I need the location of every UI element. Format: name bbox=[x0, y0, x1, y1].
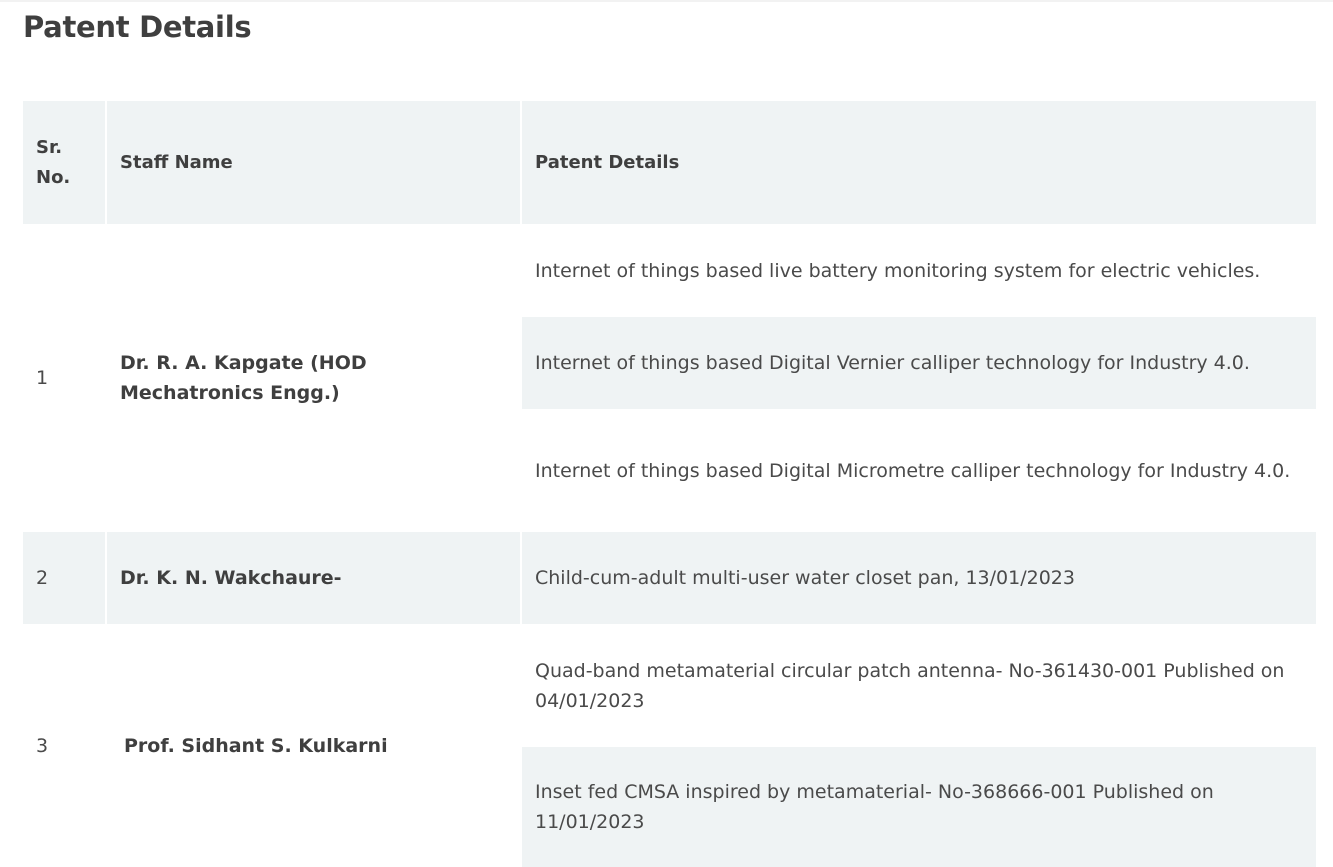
patent-details-table: Sr. No. Staff Name Patent Details 1 Dr. … bbox=[23, 101, 1316, 867]
staff-name-cell: Prof. Sidhant S. Kulkarni bbox=[107, 624, 522, 867]
sr-no-cell: 1 bbox=[23, 224, 107, 532]
patent-detail-cell: Inset fed CMSA inspired by metamaterial-… bbox=[522, 747, 1316, 867]
table-row: 1 Dr. R. A. Kapgate (HOD Mechatronics En… bbox=[23, 224, 1316, 532]
top-divider bbox=[0, 0, 1333, 2]
table-header-row: Sr. No. Staff Name Patent Details bbox=[23, 101, 1316, 224]
staff-name-cell: Dr. K. N. Wakchaure- bbox=[107, 532, 522, 624]
column-header-staff-name: Staff Name bbox=[107, 101, 522, 224]
sr-no-cell: 3 bbox=[23, 624, 107, 867]
table-row: 3 Prof. Sidhant S. Kulkarni Quad-band me… bbox=[23, 624, 1316, 867]
table-row: 2 Dr. K. N. Wakchaure- Child-cum-adult m… bbox=[23, 532, 1316, 624]
column-header-patent-details: Patent Details bbox=[522, 101, 1316, 224]
patent-detail-cell: Internet of things based Digital Microme… bbox=[535, 459, 1291, 482]
patent-detail-cell: Quad-band metamaterial circular patch an… bbox=[535, 659, 1285, 712]
page-title: Patent Details bbox=[23, 10, 252, 44]
column-header-sr-no: Sr. No. bbox=[23, 101, 107, 224]
staff-name-cell: Dr. R. A. Kapgate (HOD Mechatronics Engg… bbox=[107, 224, 522, 532]
sr-no-cell: 2 bbox=[23, 532, 107, 624]
patent-detail-cell: Child-cum-adult multi-user water closet … bbox=[522, 532, 1316, 624]
patent-detail-cell: Internet of things based Digital Vernier… bbox=[522, 317, 1316, 409]
patent-detail-cell: Internet of things based live battery mo… bbox=[535, 259, 1261, 282]
